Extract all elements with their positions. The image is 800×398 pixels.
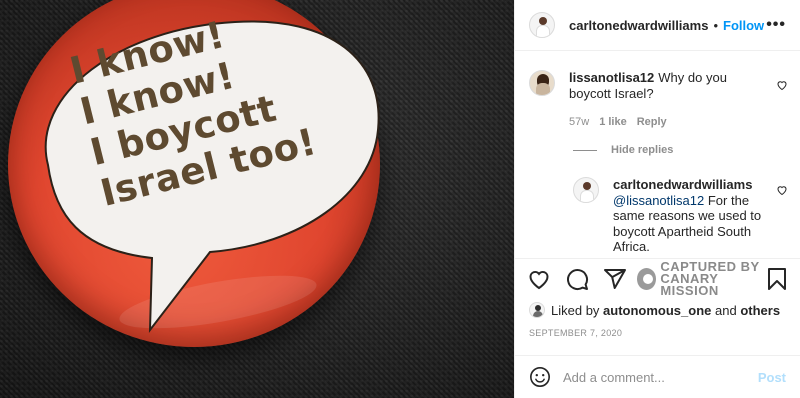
likes-middle: and [711, 302, 741, 318]
post-header: carltonedwardwilliams • Follow ••• [515, 0, 800, 51]
reply-like-heart-icon[interactable] [776, 184, 788, 196]
comment-input[interactable]: Add a comment... [563, 370, 758, 385]
share-icon[interactable] [603, 267, 627, 291]
hide-replies-line [573, 149, 597, 151]
post-photo[interactable]: I know! I know! I boycott Israel too! [0, 0, 514, 398]
hide-replies-toggle[interactable]: Hide replies [573, 144, 673, 156]
comment-icon[interactable] [565, 267, 589, 291]
reply-avatar[interactable] [573, 177, 599, 203]
post-date[interactable]: SEPTEMBER 7, 2020 [529, 328, 622, 338]
separator-dot: • [713, 17, 718, 33]
post-button[interactable]: Post [758, 370, 786, 385]
follow-button[interactable]: Follow [723, 18, 764, 33]
likes-summary: Liked by autonomous_one and others [529, 302, 780, 318]
watermark-line: CANARY MISSION [660, 270, 719, 298]
header-username[interactable]: carltonedwardwilliams [569, 18, 708, 33]
add-comment-bar: Add a comment... Post [515, 355, 800, 398]
comment-likes[interactable]: 1 like [599, 114, 627, 130]
liker-avatar[interactable] [529, 302, 545, 318]
likes-others-link[interactable]: others [740, 303, 780, 318]
comment-age[interactable]: 57w [569, 114, 589, 130]
liker-username[interactable]: autonomous_one [603, 303, 711, 318]
reply-mention[interactable]: @lissanotlisa12 [613, 193, 704, 208]
likes-prefix: Liked by [551, 302, 604, 318]
reply-username[interactable]: carltonedwardwilliams [613, 177, 752, 192]
canary-logo-icon [637, 267, 657, 290]
post-side-panel: carltonedwardwilliams • Follow ••• lissa… [514, 0, 800, 398]
emoji-icon[interactable] [529, 366, 551, 388]
canary-mission-watermark: CAPTURED BY CANARY MISSION [637, 260, 766, 298]
hide-replies-label: Hide replies [611, 144, 674, 156]
comment-username[interactable]: lissanotlisa12 [569, 70, 654, 85]
heart-icon[interactable] [527, 267, 551, 291]
reply-item: carltonedwardwilliams @lissanotlisa12 Fo… [573, 177, 773, 255]
comment-meta: 57w 1 like Reply [569, 114, 759, 130]
bookmark-icon[interactable] [766, 267, 788, 291]
comment-item: lissanotlisa12 Why do you boycott Israel?… [529, 70, 769, 130]
comment-like-heart-icon[interactable] [776, 79, 788, 91]
commenter-avatar[interactable] [529, 70, 555, 96]
comments-section: lissanotlisa12 Why do you boycott Israel?… [515, 52, 800, 255]
more-options-icon[interactable]: ••• [766, 16, 786, 34]
reply-button[interactable]: Reply [637, 114, 667, 130]
action-bar: CAPTURED BY CANARY MISSION [515, 258, 800, 298]
avatar[interactable] [529, 12, 555, 38]
